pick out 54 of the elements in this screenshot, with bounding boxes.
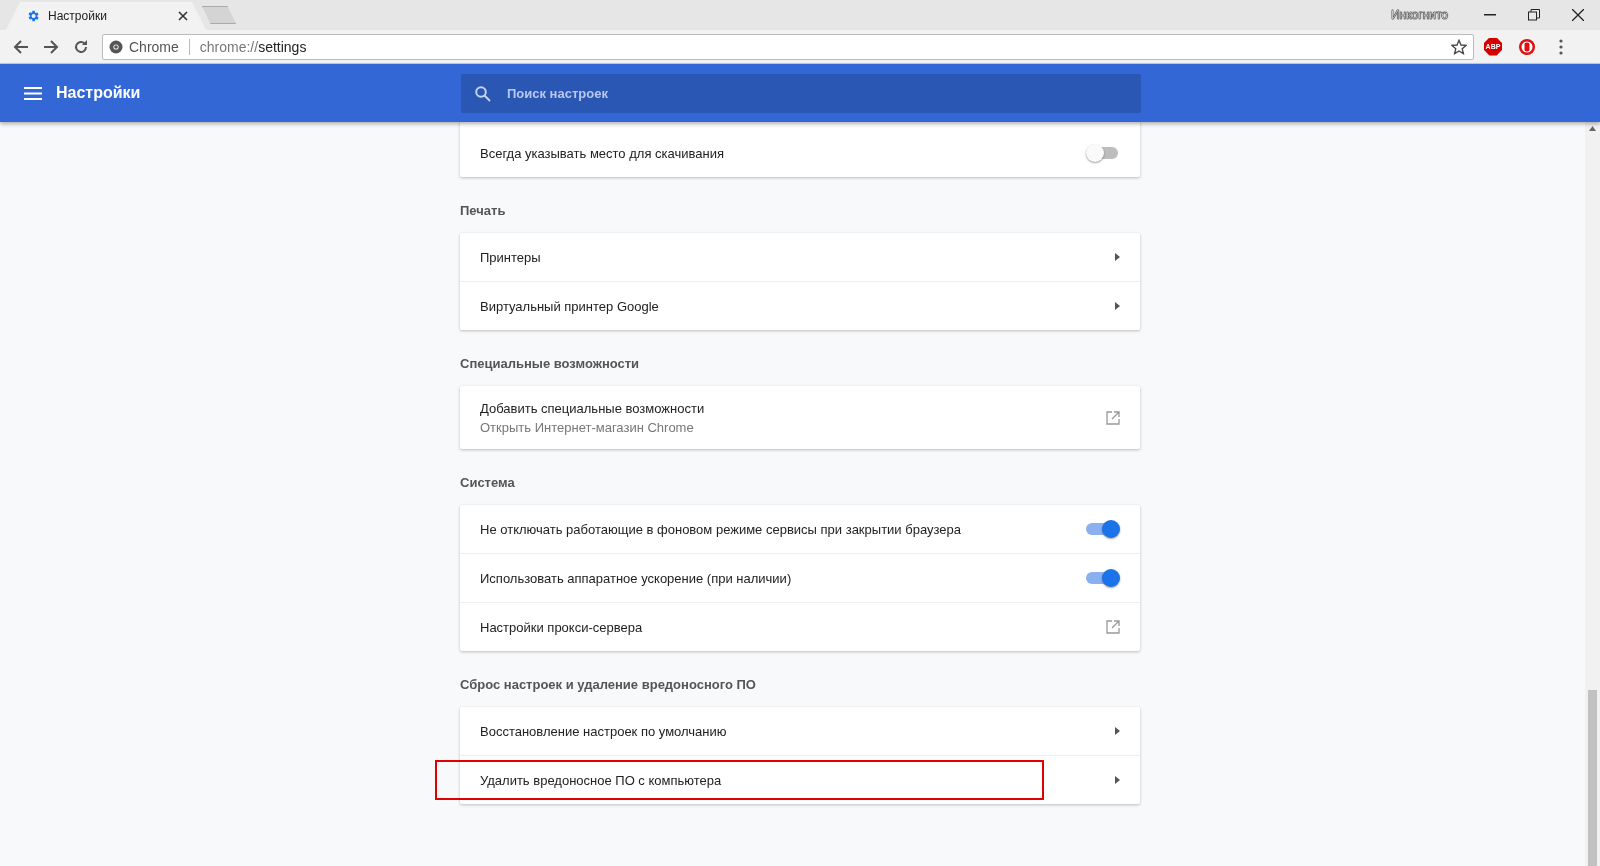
- row-label: Не отключать работающие в фоновом режиме сервисы при закрытии браузера: [480, 521, 962, 537]
- settings-row[interactable]: Удалить вредоносное ПО с компьютера: [460, 755, 1140, 804]
- scrollbar[interactable]: [1585, 122, 1600, 866]
- external-link-icon[interactable]: [1106, 620, 1120, 634]
- external-link-icon[interactable]: [1106, 410, 1120, 425]
- close-icon[interactable]: [178, 11, 188, 21]
- row-label: Виртуальный принтер Google: [480, 298, 660, 314]
- settings-row[interactable]: Добавить специальные возможности Открыть Интернет-магазин Chrome: [460, 386, 1140, 449]
- caret-icon: [1115, 253, 1120, 261]
- row-label: Использовать аппаратное ускорение (при наличии): [480, 570, 793, 586]
- page-title: Настройки: [56, 84, 142, 102]
- reload-icon[interactable]: [73, 38, 89, 55]
- scroll-up-arrow-icon[interactable]: [1589, 126, 1596, 131]
- row-label: Удалить вредоносное ПО с компьютера: [480, 772, 723, 788]
- search-field[interactable]: Поиск настроек: [461, 73, 1141, 113]
- address-bar[interactable]: Chrome chrome://settings: [102, 33, 1474, 60]
- row-label: Всегда указывать место для скачивания: [480, 145, 725, 161]
- row-label: Добавить специальные возможности: [480, 400, 706, 416]
- section-heading: Печать: [460, 202, 507, 220]
- settings-row[interactable]: Использовать аппаратное ускорение (при наличии): [460, 553, 1140, 602]
- row-sublabel: Открыть Интернет-магазин Chrome: [480, 419, 695, 435]
- caret-icon: [1115, 727, 1120, 735]
- menu-icon[interactable]: [24, 86, 42, 100]
- row-label: Настройки прокси-сервера: [480, 619, 644, 635]
- site-label: Chrome: [129, 38, 179, 55]
- toggle-switch[interactable]: [1086, 568, 1120, 588]
- settings-row[interactable]: Виртуальный принтер Google: [460, 281, 1140, 330]
- back-arrow-icon[interactable]: [13, 38, 29, 55]
- restore-icon[interactable]: [1528, 9, 1540, 21]
- forward-arrow-icon[interactable]: [43, 38, 59, 55]
- row-label: Восстановление настроек по умолчанию: [480, 723, 728, 739]
- settings-row[interactable]: Принтеры: [460, 233, 1140, 281]
- minimize-icon[interactable]: [1484, 14, 1496, 16]
- browser-tab[interactable]: Настройки: [6, 2, 206, 30]
- star-icon[interactable]: [1451, 38, 1467, 55]
- row-label: Принтеры: [480, 249, 542, 265]
- settings-row[interactable]: Не отключать работающие в фоновом режиме сервисы при закрытии браузера: [460, 505, 1140, 553]
- caret-icon: [1115, 302, 1120, 310]
- chrome-icon: [109, 39, 123, 54]
- url-text: chrome://settings: [199, 38, 307, 55]
- gear-icon: [26, 9, 40, 23]
- toggle-switch[interactable]: [1086, 143, 1120, 163]
- section-heading: Специальные возможности: [460, 355, 641, 373]
- section-heading: Система: [460, 474, 516, 492]
- menu-icon[interactable]: [1559, 38, 1563, 55]
- close-icon[interactable]: [1572, 9, 1584, 21]
- toggle-switch[interactable]: [1086, 519, 1120, 539]
- settings-row[interactable]: Настройки прокси-сервера: [460, 602, 1140, 651]
- settings-row[interactable]: Всегда указывать место для скачивания: [460, 129, 1140, 177]
- scroll-thumb[interactable]: [1588, 690, 1597, 866]
- section-heading: Сброс настроек и удаление вредоносного ПО: [460, 676, 757, 694]
- caret-icon: [1115, 776, 1120, 784]
- settings-row[interactable]: Восстановление настроек по умолчанию: [460, 707, 1140, 755]
- profile-label: Инкогнито: [1390, 8, 1448, 22]
